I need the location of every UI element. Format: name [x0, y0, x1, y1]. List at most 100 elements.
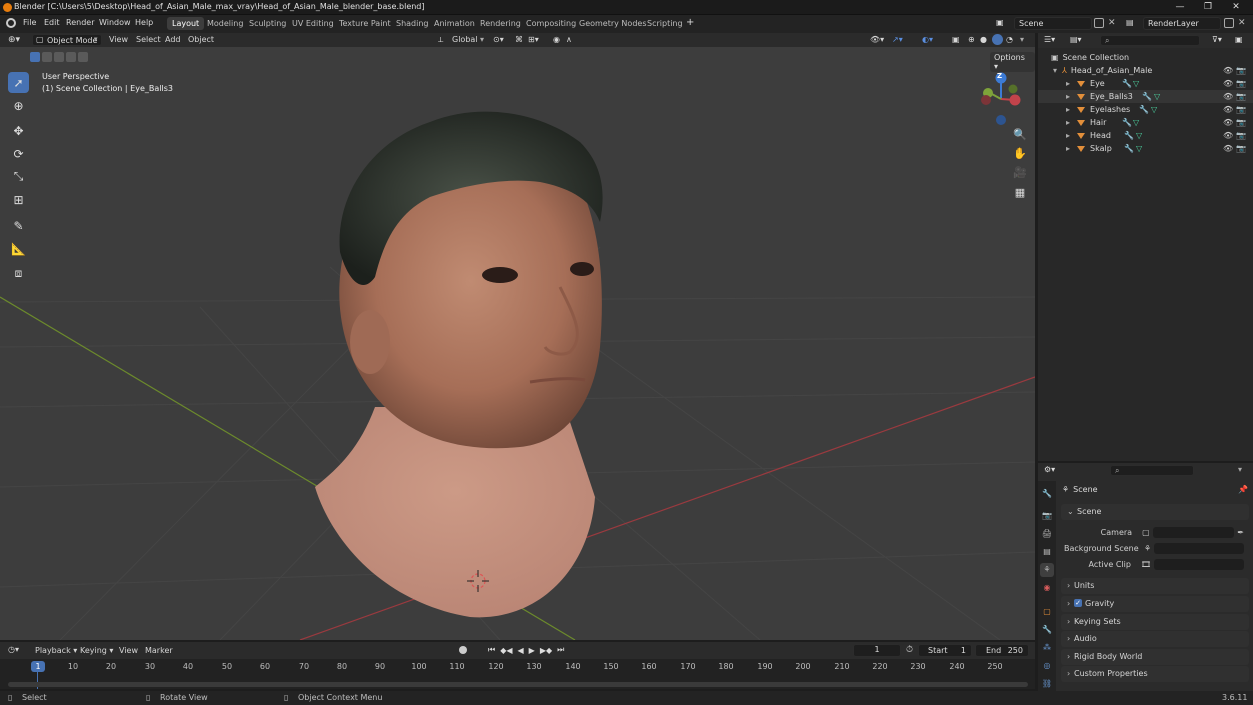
eye-icon[interactable]: 👁	[1223, 118, 1233, 127]
keying-sets-panel-header[interactable]: › Keying Sets	[1061, 614, 1249, 630]
expand-arrow-icon[interactable]: ▸	[1066, 92, 1070, 101]
camera-render-icon[interactable]: 📷	[1236, 79, 1246, 88]
close-button[interactable]: ✕	[1222, 0, 1250, 15]
mesh-data-icon[interactable]: ▽	[1133, 118, 1139, 127]
play-reverse-icon[interactable]: ◀	[518, 646, 524, 655]
eye-icon[interactable]: 👁	[1223, 105, 1233, 114]
prev-keyframe-icon[interactable]: ◆◀	[500, 646, 512, 655]
modifier-wrench-icon[interactable]: 🔧	[1139, 105, 1149, 114]
outliner-editor-icon[interactable]: ☰▾	[1044, 35, 1055, 44]
expand-arrow-icon[interactable]: ▾	[1053, 66, 1057, 75]
transform-orientation-dropdown[interactable]: Global	[452, 35, 478, 44]
scene-selector-icon[interactable]: ▣	[996, 18, 1010, 29]
jump-start-icon[interactable]: ⏮	[488, 645, 495, 655]
select-extend-icon[interactable]	[42, 52, 52, 62]
record-keyframe-icon[interactable]	[459, 646, 467, 654]
select-invert-icon[interactable]	[66, 52, 76, 62]
cursor-tool[interactable]: ⊕	[8, 95, 29, 116]
workspace-tab-shading[interactable]: Shading	[391, 17, 434, 30]
falloff-icon[interactable]: ∧	[566, 35, 572, 44]
select-subtract-icon[interactable]	[54, 52, 64, 62]
properties-search-input[interactable]: ⌕	[1110, 465, 1194, 476]
menu-edit[interactable]: Edit	[44, 18, 60, 27]
workspace-tab-geometry-nodes[interactable]: Geometry Nodes	[574, 17, 651, 30]
workspace-tab-modeling[interactable]: Modeling	[202, 17, 248, 30]
new-scene-icon[interactable]	[1094, 18, 1104, 28]
eye-icon[interactable]: 👁	[1223, 79, 1233, 88]
display-mode-icon[interactable]: ▤▾	[1070, 35, 1082, 44]
expand-arrow-icon[interactable]: ▸	[1066, 131, 1070, 140]
scene-panel-header[interactable]: ⌄ Scene	[1061, 504, 1249, 520]
annotate-tool[interactable]: ✎	[8, 215, 29, 236]
expand-arrow-icon[interactable]: ▸	[1066, 118, 1070, 127]
timeline-menu-keying[interactable]: Keying ▾	[80, 646, 113, 655]
select-intersect-icon[interactable]	[78, 52, 88, 62]
rendered-shading-icon[interactable]: ◔	[1006, 35, 1013, 44]
start-frame-field[interactable]: Start 1	[918, 644, 972, 657]
ortho-grid-icon[interactable]: ▦	[1012, 185, 1028, 201]
navigation-gizmo[interactable]	[981, 72, 1021, 126]
timeline-menu-playback[interactable]: Playback ▾	[35, 646, 77, 655]
object-tab-icon[interactable]: ▢	[1040, 605, 1054, 619]
end-frame-field[interactable]: End 250	[975, 644, 1029, 657]
pivot-point-icon[interactable]: ⊙▾	[493, 35, 504, 44]
delete-scene-icon[interactable]: ✕	[1108, 18, 1118, 28]
menu-window[interactable]: Window	[99, 18, 131, 27]
workspace-tab-rendering[interactable]: Rendering	[475, 17, 526, 30]
outliner-row-scene-collection[interactable]: ▣ Scene Collection	[1038, 51, 1253, 64]
tool-tab-icon[interactable]: 🔧	[1040, 487, 1054, 501]
mesh-data-icon[interactable]: ▽	[1136, 131, 1142, 140]
editor-type-icon[interactable]: ⊕▾	[8, 35, 20, 45]
expand-arrow-icon[interactable]: ▸	[1066, 79, 1070, 88]
current-frame-field[interactable]: 1	[853, 644, 901, 657]
new-collection-icon[interactable]: ▣	[1235, 35, 1243, 44]
mesh-data-icon[interactable]: ▽	[1136, 144, 1142, 153]
blender-menu-icon[interactable]	[6, 18, 16, 28]
modifier-wrench-icon[interactable]: 🔧	[1122, 118, 1132, 127]
outliner-row-object[interactable]: ▸ Head 🔧 ▽ 👁 📷	[1038, 129, 1253, 142]
mesh-data-icon[interactable]: ▽	[1133, 79, 1139, 88]
gravity-panel-header[interactable]: › ✓ Gravity	[1061, 596, 1249, 612]
snap-target-icon[interactable]: ⊞▾	[528, 35, 539, 44]
modifier-tab-icon[interactable]: 🔧	[1040, 623, 1054, 637]
outliner-row-object[interactable]: ▸ Hair 🔧 ▽ 👁 📷	[1038, 116, 1253, 129]
camera-render-icon[interactable]: 📷	[1236, 92, 1246, 101]
workspace-tab-uv-editing[interactable]: UV Editing	[287, 17, 339, 30]
timeline-menu-marker[interactable]: Marker	[145, 646, 173, 655]
add-cube-tool[interactable]: ⧈	[8, 263, 29, 284]
add-workspace-button[interactable]: +	[686, 17, 694, 28]
workspace-tab-layout[interactable]: Layout	[167, 17, 205, 30]
modifier-wrench-icon[interactable]: 🔧	[1122, 79, 1132, 88]
camera-field[interactable]	[1152, 527, 1235, 538]
xray-toggle-icon[interactable]: ▣	[952, 35, 960, 44]
view-layer-tab-icon[interactable]: ▤	[1040, 545, 1054, 559]
audio-panel-header[interactable]: › Audio	[1061, 631, 1249, 647]
eye-icon[interactable]: 👁	[1223, 66, 1233, 75]
rotate-tool[interactable]: ⟳	[8, 143, 29, 164]
minimize-button[interactable]: —	[1166, 0, 1194, 15]
timeline-ruler[interactable]: 1 10 20 30 40 50 60 70 80 90 100 110 120…	[0, 659, 1035, 689]
view-layer-icon[interactable]: ▤	[1126, 18, 1140, 29]
viewport-menu-add[interactable]: Add	[165, 35, 181, 44]
menu-help[interactable]: Help	[135, 18, 153, 27]
playhead-indicator[interactable]: 1	[31, 661, 45, 672]
background-scene-field[interactable]	[1154, 543, 1244, 554]
outliner-row-head-collection[interactable]: ▾ ⅄ Head_of_Asian_Male 👁 📷	[1038, 64, 1253, 77]
workspace-tab-sculpting[interactable]: Sculpting	[244, 17, 291, 30]
viewport-menu-view[interactable]: View	[109, 35, 128, 44]
options-dropdown[interactable]: Options ▾	[990, 52, 1035, 72]
timeline-menu-view[interactable]: View	[119, 646, 138, 655]
filter-icon[interactable]: ⊽▾	[1212, 35, 1222, 44]
world-tab-icon[interactable]: ◉	[1040, 581, 1054, 595]
delete-view-layer-icon[interactable]: ✕	[1238, 18, 1248, 28]
scene-field[interactable]: Scene	[1014, 17, 1092, 30]
outliner-row-object[interactable]: ▸ Eye 🔧 ▽ 👁 📷	[1038, 77, 1253, 90]
particles-tab-icon[interactable]: ⁂	[1040, 641, 1054, 655]
modifier-wrench-icon[interactable]: 🔧	[1142, 92, 1152, 101]
menu-render[interactable]: Render	[66, 18, 94, 27]
units-panel-header[interactable]: › Units	[1061, 578, 1249, 594]
render-tab-icon[interactable]: 📷	[1040, 509, 1054, 523]
camera-render-icon[interactable]: 📷	[1236, 144, 1246, 153]
snap-toggle-icon[interactable]: ⌘	[515, 35, 523, 44]
select-box-tool[interactable]: ➚	[8, 72, 29, 93]
